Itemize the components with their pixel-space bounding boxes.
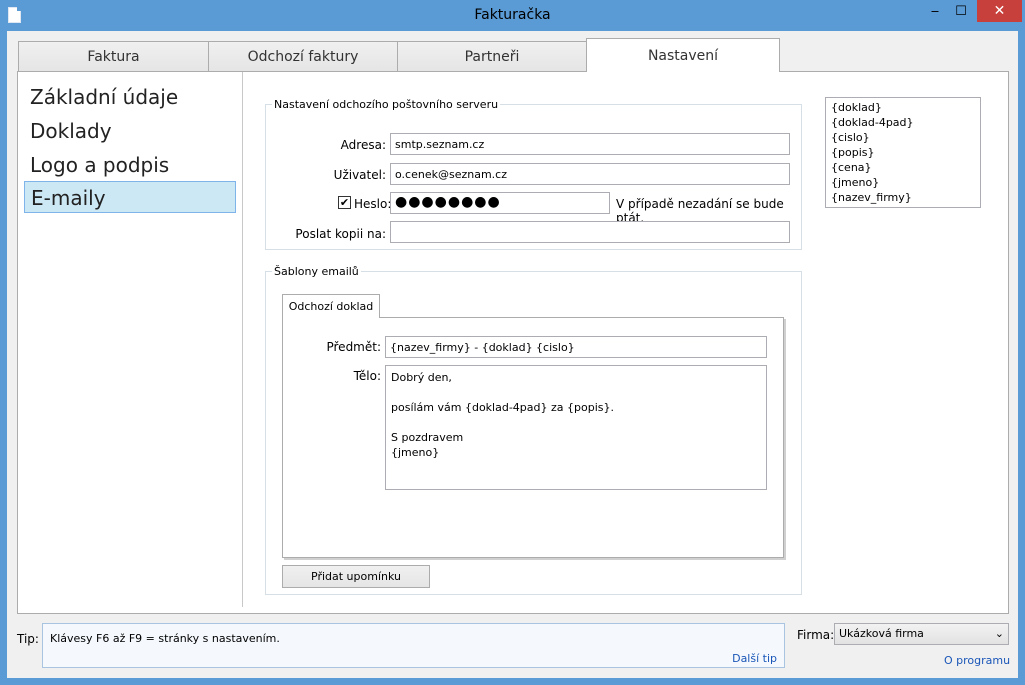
variable-item[interactable]: {doklad}	[831, 100, 975, 115]
settings-nav: Základní údaje Doklady Logo a podpis E-m…	[18, 72, 243, 607]
password-label: Heslo:	[354, 197, 392, 211]
variable-item[interactable]: {nazev_firmy}	[831, 190, 975, 205]
templates-group: Šablony emailů Odchozí doklad Předmět: T…	[265, 265, 802, 595]
tab-faktura[interactable]: Faktura	[18, 41, 209, 71]
user-input[interactable]	[390, 163, 790, 185]
about-link[interactable]: O programu	[944, 654, 1010, 667]
smtp-group-legend: Nastavení odchozího poštovního serveru	[274, 98, 499, 111]
copy-input[interactable]	[390, 221, 790, 243]
nav-item-doklady[interactable]: Doklady	[24, 115, 236, 147]
address-input[interactable]	[390, 133, 790, 155]
tab-partneri[interactable]: Partneři	[397, 41, 587, 71]
address-label: Adresa:	[340, 138, 386, 152]
tab-odchozi-faktury[interactable]: Odchozí faktury	[208, 41, 398, 71]
app-window: Fakturačka ‒ ☐ ✕ Faktura Odchozí faktury…	[0, 0, 1025, 685]
firma-select[interactable]: Ukázková firma ⌄	[834, 623, 1009, 645]
add-reminder-button[interactable]: Přidat upomínku	[282, 565, 430, 588]
settings-panel: Základní údaje Doklady Logo a podpis E-m…	[17, 71, 1009, 614]
firma-select-value: Ukázková firma	[839, 627, 924, 640]
tip-text: Klávesy F6 až F9 = stránky s nastavením.	[50, 632, 280, 645]
nav-item-zakladni-udaje[interactable]: Základní údaje	[24, 81, 236, 113]
firma-label: Firma:	[797, 628, 835, 642]
user-label: Uživatel:	[333, 168, 386, 182]
template-panel: Předmět: Tělo: Dobrý den, posílám vám {d…	[282, 317, 784, 558]
window-title: Fakturačka	[474, 7, 551, 23]
body-textarea[interactable]: Dobrý den, posílám vám {doklad-4pad} za …	[385, 365, 767, 490]
tip-box: Klávesy F6 až F9 = stránky s nastavením.…	[42, 623, 785, 668]
password-input[interactable]: ●●●●●●●●	[390, 192, 610, 214]
smtp-group: Nastavení odchozího poštovního serveru A…	[265, 98, 802, 250]
maximize-button[interactable]: ☐	[948, 0, 974, 22]
templates-group-legend: Šablony emailů	[274, 265, 359, 278]
variables-list[interactable]: {doklad} {doklad-4pad} {cislo} {popis} {…	[825, 97, 981, 208]
variable-item[interactable]: {cislo}	[831, 130, 975, 145]
body-label: Tělo:	[353, 369, 381, 383]
password-checkbox[interactable]: ✔	[338, 196, 351, 209]
subject-input[interactable]	[385, 336, 767, 358]
nav-item-e-maily[interactable]: E-maily	[24, 181, 236, 213]
title-bar[interactable]: Fakturačka ‒ ☐ ✕	[0, 0, 1025, 31]
variable-item[interactable]: {jmeno}	[831, 175, 975, 190]
variable-item[interactable]: {popis}	[831, 145, 975, 160]
tip-label: Tip:	[17, 632, 39, 646]
nav-item-logo-a-podpis[interactable]: Logo a podpis	[24, 149, 236, 181]
chevron-down-icon: ⌄	[994, 627, 1004, 640]
subject-label: Předmět:	[326, 340, 381, 354]
minimize-button[interactable]: ‒	[922, 0, 948, 22]
copy-label: Poslat kopii na:	[295, 227, 386, 241]
next-tip-link[interactable]: Další tip	[732, 652, 777, 665]
tab-nastaveni[interactable]: Nastavení	[586, 38, 780, 72]
client-area: Faktura Odchozí faktury Partneři Nastave…	[7, 31, 1018, 678]
close-button[interactable]: ✕	[977, 0, 1022, 22]
variable-item[interactable]: {doklad-4pad}	[831, 115, 975, 130]
variable-item[interactable]: {cena}	[831, 160, 975, 175]
tab-odchozi-doklad[interactable]: Odchozí doklad	[282, 294, 380, 318]
